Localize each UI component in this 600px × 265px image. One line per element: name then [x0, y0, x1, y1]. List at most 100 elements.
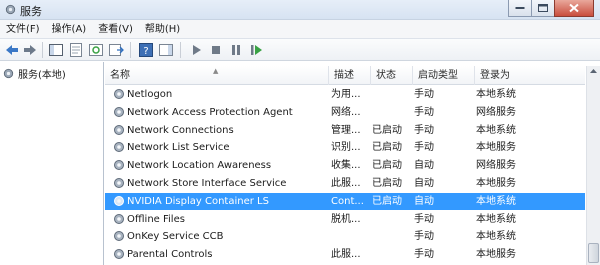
service-description: 识别...: [331, 142, 361, 154]
maximize-icon: [538, 4, 548, 12]
list-header: 名称 ▲ 描述 状态 启动类型 登录为: [105, 66, 585, 85]
service-name: Network Access Protection Agent: [127, 106, 293, 118]
export-list-icon: [109, 44, 124, 56]
service-log-on-as: 本地服务: [476, 178, 516, 189]
service-status: 已启动: [372, 124, 402, 136]
back-button[interactable]: [4, 42, 20, 58]
show-hide-action-pane-button[interactable]: [158, 42, 174, 58]
stop-service-button[interactable]: [208, 42, 224, 58]
service-name: Parental Controls: [127, 249, 213, 261]
service-row[interactable]: Netlogon 为用... 手动 本地系统: [105, 86, 585, 103]
services-gear-icon: [5, 4, 16, 15]
service-row[interactable]: NVIDIA Display Container LS Cont... 已启动 自动 本…: [105, 192, 585, 210]
service-name: OnKey Service CCB: [127, 231, 224, 243]
restart-service-button[interactable]: [248, 42, 264, 58]
scrollbar-thumb[interactable]: [588, 243, 599, 263]
restart-service-icon: [251, 45, 262, 55]
service-gear-icon: [114, 124, 124, 135]
service-gear-icon: [114, 195, 124, 206]
service-row[interactable]: Network Connections 管理... 已启动 手动 本地系统: [105, 122, 585, 139]
maximize-button[interactable]: [531, 0, 555, 17]
column-header-startup-type[interactable]: 启动类型: [413, 66, 475, 85]
service-gear-icon: [114, 106, 124, 117]
service-name: Network Store Interface Service: [127, 178, 287, 189]
show-hide-action-pane-icon: [159, 44, 173, 56]
service-startup-type: 手动: [414, 213, 434, 225]
service-description: 为用...: [331, 89, 361, 100]
vertical-scrollbar[interactable]: [586, 66, 600, 265]
service-log-on-as: 本地系统: [476, 124, 516, 136]
service-gear-icon: [114, 213, 124, 224]
service-name: Network Location Awareness: [127, 160, 272, 172]
service-row[interactable]: Offline Files 脱机... 手动 本地系统: [105, 211, 585, 228]
column-header-description[interactable]: 描述: [329, 66, 371, 85]
svg-text:?: ?: [143, 46, 148, 57]
scroll-up-arrow-icon[interactable]: [587, 66, 600, 76]
pause-service-icon: [232, 45, 240, 55]
back-icon: [6, 45, 18, 55]
service-row[interactable]: Network Access Protection Agent 网络... 手动 网络…: [105, 104, 585, 121]
window-title: 服务: [20, 5, 42, 18]
console-tree-pane: 服务(本地): [0, 62, 104, 265]
service-startup-type: 自动: [414, 178, 434, 189]
service-status: [372, 211, 412, 228]
tree-item-label: 服务(本地): [18, 69, 66, 81]
minimize-icon: [515, 7, 525, 9]
tree-item-services-local[interactable]: 服务(本地): [2, 66, 66, 81]
stop-service-icon: [212, 46, 220, 54]
service-status: [372, 104, 412, 121]
help-icon: ?: [139, 43, 153, 57]
service-row[interactable]: Parental Controls 此服... 手动 本地服务: [105, 246, 585, 263]
service-description: 网络...: [331, 106, 361, 118]
forward-button[interactable]: [22, 42, 38, 58]
help-button[interactable]: ?: [138, 42, 154, 58]
service-description: 脱机...: [331, 213, 361, 225]
column-header-status[interactable]: 状态: [371, 66, 413, 85]
menu-action[interactable]: 操作(A): [46, 20, 93, 39]
close-icon: [569, 3, 579, 13]
service-status: 已启动: [372, 160, 402, 172]
service-row[interactable]: Network List Service 识别... 已启动 手动 本地服务: [105, 139, 585, 156]
service-startup-type: 手动: [414, 124, 434, 136]
service-row[interactable]: Network Location Awareness 收集... 已启动 自动 网络服务: [105, 157, 585, 174]
service-startup-type: 手动: [414, 231, 434, 243]
refresh-button[interactable]: [88, 42, 104, 58]
service-log-on-as: 本地系统: [476, 231, 516, 243]
toolbar-separator: [130, 42, 131, 58]
service-gear-icon: [114, 142, 124, 153]
close-button[interactable]: [554, 0, 594, 17]
service-description: 收集...: [331, 160, 361, 172]
service-status: [372, 246, 412, 263]
service-startup-type: 手动: [414, 249, 434, 261]
menu-help[interactable]: 帮助(H): [139, 20, 186, 39]
service-status: 已启动: [372, 178, 402, 189]
service-log-on-as: 网络服务: [476, 160, 516, 172]
service-log-on-as: 本地服务: [476, 142, 516, 154]
title-bar: 服务: [0, 0, 600, 20]
service-row[interactable]: OnKey Service CCB 手动 本地系统: [105, 228, 585, 245]
service-description: 此服...: [331, 178, 361, 189]
properties-button[interactable]: [68, 42, 84, 58]
service-status: 已启动: [372, 195, 402, 207]
start-service-icon: [193, 45, 201, 55]
console-tree-icon: [49, 44, 63, 56]
start-service-button[interactable]: [188, 42, 204, 58]
column-header-log-on-as[interactable]: 登录为: [475, 66, 585, 85]
console-tree-button[interactable]: [48, 42, 64, 58]
service-gear-icon: [114, 249, 124, 260]
menu-file[interactable]: 文件(F): [0, 20, 46, 39]
service-log-on-as: 本地系统: [476, 89, 516, 100]
menu-view[interactable]: 查看(V): [92, 20, 139, 39]
service-gear-icon: [114, 160, 124, 171]
service-startup-type: 自动: [414, 160, 434, 172]
pause-service-button[interactable]: [228, 42, 244, 58]
service-startup-type: 手动: [414, 106, 434, 118]
toolbar: ?: [0, 39, 600, 61]
minimize-button[interactable]: [508, 0, 532, 17]
services-gear-icon: [3, 68, 14, 78]
export-list-button[interactable]: [108, 42, 124, 58]
service-name: Netlogon: [127, 89, 173, 100]
service-row[interactable]: Network Store Interface Service 此服... 已启动 自…: [105, 175, 585, 192]
service-status: 已启动: [372, 142, 402, 154]
service-description: 此服...: [331, 249, 361, 261]
